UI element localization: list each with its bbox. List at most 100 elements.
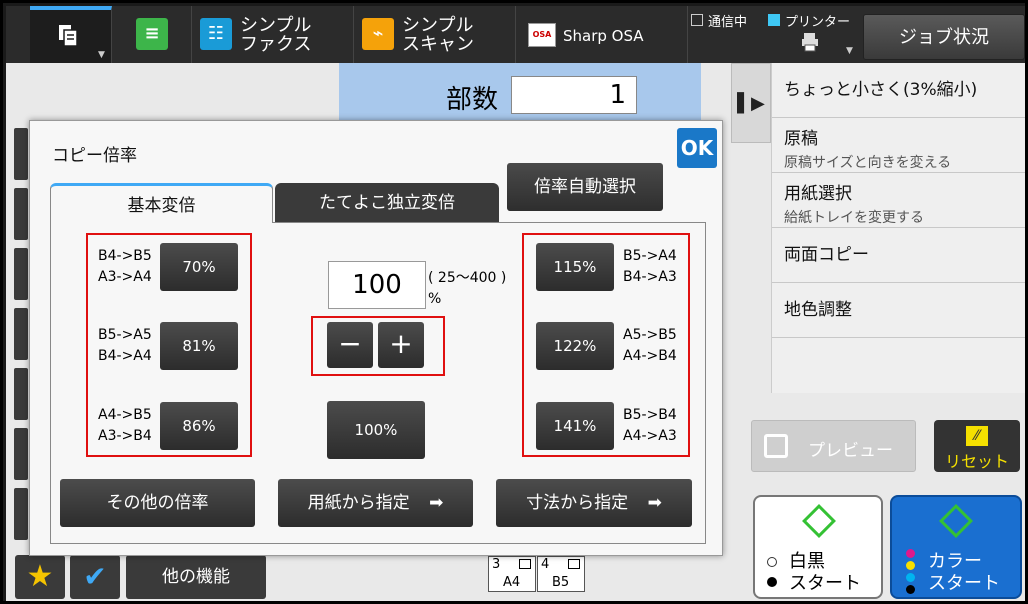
bw-start-line2: スタート [789,573,861,594]
magenta-dot-icon [906,549,915,558]
reset-icon: ⁄⁄ [966,426,988,446]
cyan-dot-icon [906,573,915,582]
left-tab-6[interactable] [14,428,28,480]
menu-item-title: 用紙選択 [784,184,852,204]
ratio-122-button[interactable]: 122% [536,322,614,370]
reset-label: リセット [944,452,1009,471]
menu-item-label: 両面コピー [784,245,869,265]
left-tab-5[interactable] [14,368,28,420]
ratio-81-button[interactable]: 81% [160,322,238,370]
menu-item-background[interactable]: 地色調整 [772,283,1025,338]
size-specify-button[interactable]: 寸法から指定 ➡ [496,479,692,527]
left-tab-7[interactable] [14,488,28,540]
reduce-label-line1: A4->B5 [98,407,152,423]
favorite-star-button[interactable]: ★ [15,555,65,599]
increase-button[interactable]: + [378,322,424,368]
menu-item-label: 地色調整 [784,300,852,320]
menu-item-original[interactable]: 原稿 原稿サイズと向きを変える [772,118,1025,173]
size-specify-label: 寸法から指定 [526,493,629,513]
other-functions-button[interactable]: 他の機能 [126,555,266,599]
other-ratio-button[interactable]: その他の倍率 [60,479,255,527]
color-start-button[interactable]: カラー スタート [890,495,1022,599]
menu-item-sub: 原稿サイズと向きを変える [784,155,952,171]
copies-input[interactable]: 1 [511,76,637,114]
job-status-button[interactable]: ジョブ状況 [863,14,1025,60]
yellow-dot-icon [906,561,915,570]
copy-screen: ▼ ≡ ☷ シンプル ファクス ⌁ シンプル スキャン OSA Sharp OS… [0,0,1028,604]
color-start-line1: カラー [928,551,982,572]
menu-item-slight-reduce[interactable]: ちょっと小さく(3%縮小) [772,63,1025,118]
fax-icon: ☷ [200,18,232,50]
tab-basic-ratio[interactable]: 基本変倍 [50,183,273,223]
bw-radio-white-icon [767,557,777,567]
enlarge-label-line1: A5->B5 [623,327,677,343]
comm-status-indicator [691,14,703,26]
tray-number: 4 [541,557,550,572]
ratio-115-button[interactable]: 115% [536,243,614,291]
side-menu-toggle[interactable]: ▌▶ [731,63,771,143]
simple-scan-tab[interactable]: ⌁ シンプル スキャン [354,6,516,63]
enlarge-label-line2: A4->B4 [623,348,677,364]
simple-fax-tab[interactable]: ☷ シンプル ファクス [192,6,354,63]
scan-icon: ⌁ [362,18,394,50]
fax-label-line2: ファクス [240,34,312,55]
enlarge-label-line1: B5->B4 [623,407,677,423]
menu-item-duplex[interactable]: 両面コピー [772,228,1025,283]
reduce-label-line2: A3->B4 [98,428,152,444]
decrease-button[interactable]: − [327,322,373,368]
osa-label: Sharp OSA [563,27,644,45]
menu-item-sub: 給紙トレイを変更する [784,210,924,226]
enlarge-label-line2: A4->A3 [623,428,677,444]
start-diamond-icon [802,504,836,538]
bw-start-line1: 白黒 [789,551,825,572]
printer-status-indicator [768,14,780,26]
top-bar: ▼ ≡ ☷ シンプル ファクス ⌁ シンプル スキャン OSA Sharp OS… [6,6,1025,63]
tray-indicator-3[interactable]: 3 A4 [488,556,536,592]
tray-number: 3 [492,557,501,572]
reduce-label-line1: B5->A5 [98,327,152,343]
left-tab-4[interactable] [14,308,28,360]
black-dot-icon [906,585,915,594]
bw-start-button[interactable]: 白黒 スタート [753,495,883,599]
ratio-141-button[interactable]: 141% [536,402,614,450]
tray-size: B5 [552,575,570,590]
simple-copy-icon: ≡ [136,18,168,50]
copy-mode-tab[interactable]: ▼ [30,6,112,63]
left-tab-1[interactable] [14,128,28,180]
reset-button[interactable]: ⁄⁄ リセット [934,420,1020,472]
copies-label: 部数 [446,85,499,115]
ratio-input[interactable]: 100 [328,261,426,309]
tray-paper-icon [519,559,531,569]
printer-status-label: プリンター [785,15,851,30]
left-tab-2[interactable] [14,188,28,240]
reduce-label-line2: B4->A4 [98,348,152,364]
dropdown-arrow-icon: ▼ [98,50,105,60]
enlarge-label-line1: B5->A4 [623,248,677,264]
menu-item-paper-select[interactable]: 用紙選択 給紙トレイを変更する [772,173,1025,228]
ratio-range-text: ( 25～400 ) [428,270,507,286]
reduce-label-line2: A3->A4 [98,269,152,285]
ok-button[interactable]: OK [677,128,717,168]
paper-specify-label: 用紙から指定 [307,493,410,513]
expand-arrow-icon: ▌▶ [737,93,765,114]
fax-label-line1: シンプル [240,15,312,36]
percent-unit: % [428,291,442,307]
sharp-osa-tab[interactable]: OSA Sharp OSA [516,6,688,63]
star-icon: ★ [26,559,54,594]
color-start-line2: スタート [928,573,1000,594]
simple-copy-tab[interactable]: ≡ [112,6,192,63]
printer-job-icon[interactable] [801,32,821,52]
preview-button[interactable]: プレビュー [751,420,916,472]
auto-ratio-button[interactable]: 倍率自動選択 [507,163,663,211]
paper-specify-button[interactable]: 用紙から指定 ➡ [278,479,473,527]
tab-xy-independent[interactable]: たてよこ独立変倍 [275,183,499,223]
left-tab-3[interactable] [14,248,28,300]
ratio-86-button[interactable]: 86% [160,402,238,450]
comm-status-label: 通信中 [708,15,748,30]
check-settings-button[interactable]: ✔ [70,555,120,599]
scan-label-line1: シンプル [402,15,474,36]
ratio-70-button[interactable]: 70% [160,243,238,291]
tray-indicator-4[interactable]: 4 B5 [537,556,585,592]
bw-radio-black-icon [767,577,777,587]
ratio-100-button[interactable]: 100% [327,401,425,459]
